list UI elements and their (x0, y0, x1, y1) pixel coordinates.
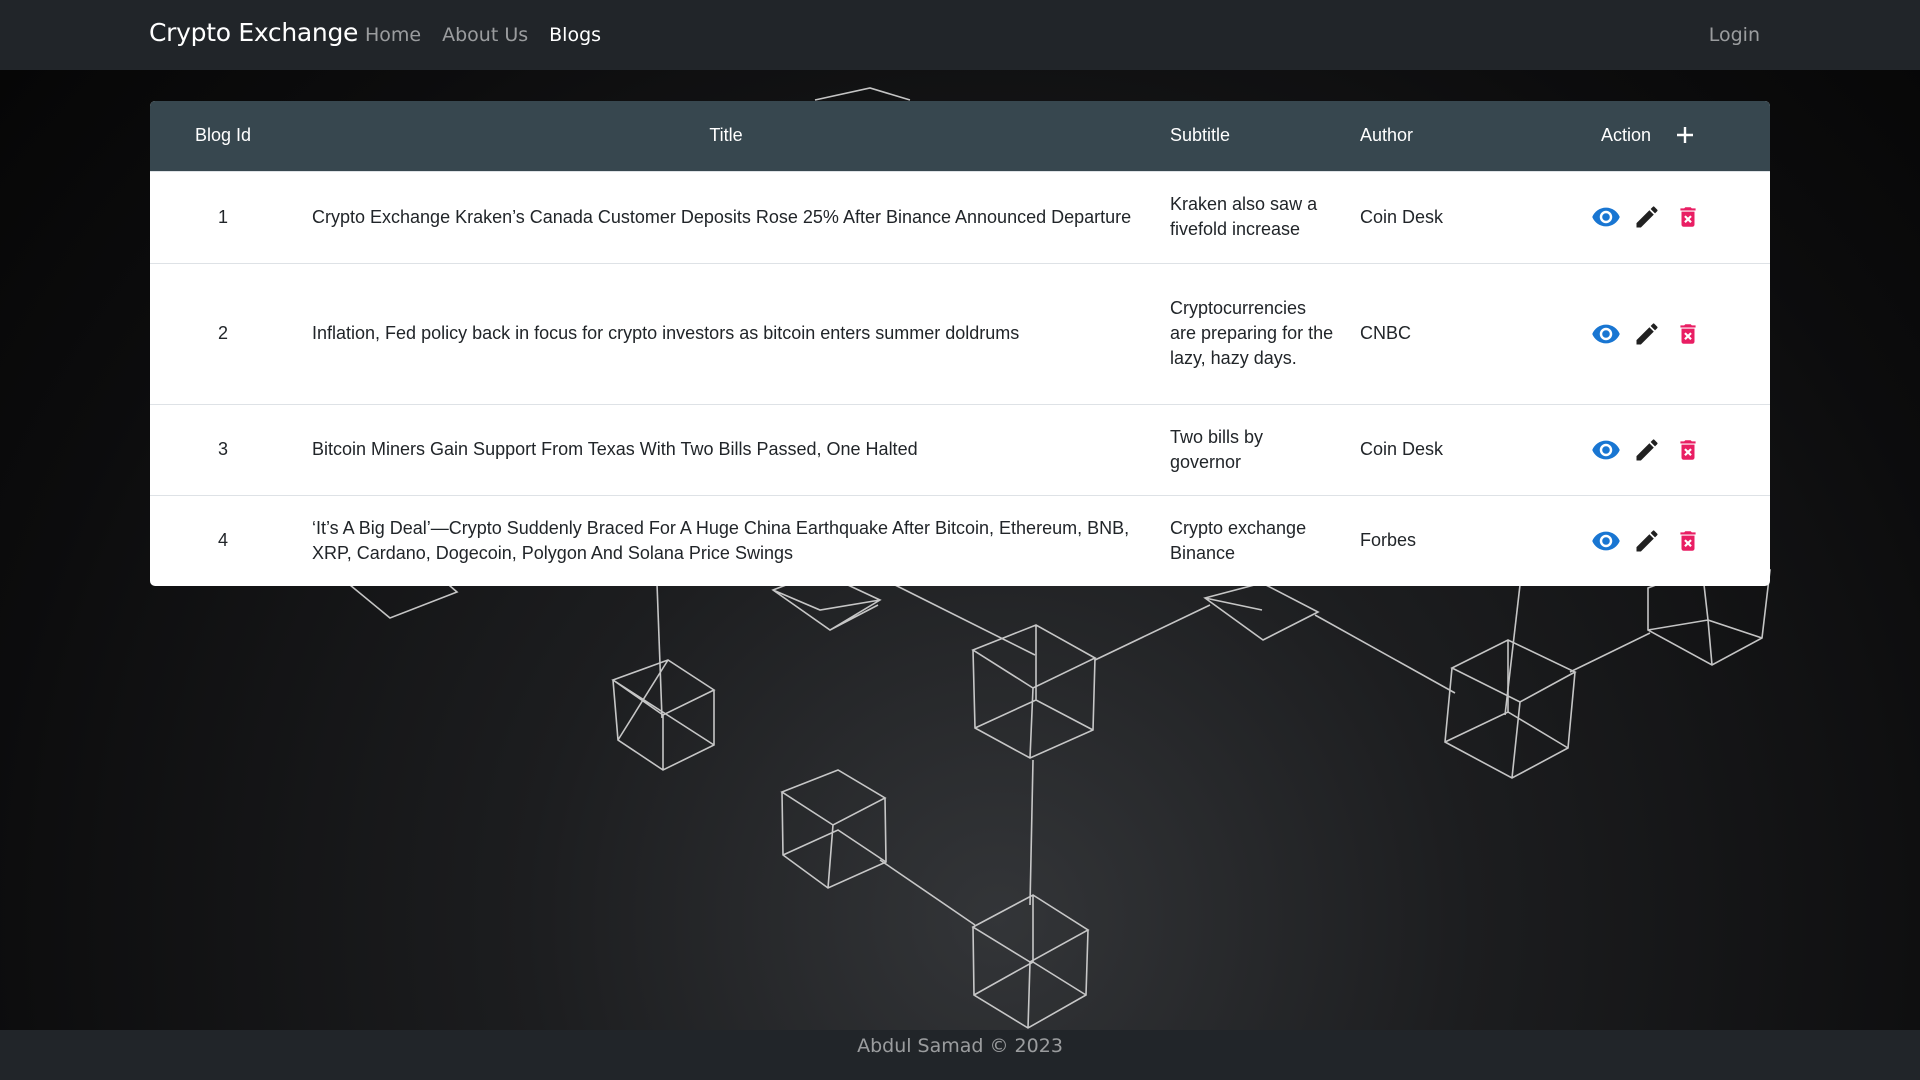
eye-icon (1592, 207, 1620, 227)
cell-blog-id: 3 (150, 403, 296, 495)
eye-icon (1592, 440, 1620, 459)
delete-button[interactable] (1673, 526, 1703, 556)
trash-icon (1680, 207, 1696, 227)
trash-icon (1680, 323, 1696, 344)
cell-subtitle: Crypto exchange Binance (1156, 494, 1346, 586)
edit-button[interactable] (1632, 202, 1662, 232)
eye-icon (1592, 324, 1620, 343)
table-header-row: Blog Id Title Subtitle Author Action (150, 101, 1770, 171)
eye-icon (1592, 531, 1620, 551)
nav-link-blogs[interactable]: Blogs (549, 24, 601, 46)
nav-link-home[interactable]: Home (365, 24, 421, 46)
cell-blog-id: 4 (150, 494, 296, 586)
table-row: 4 ‘It’s A Big Deal’—Crypto Suddenly Brac… (150, 494, 1770, 586)
add-blog-button[interactable] (1668, 118, 1702, 152)
cell-author: Coin Desk (1346, 170, 1551, 263)
nav-links: Home About Us Blogs (365, 24, 601, 46)
cell-actions (1551, 262, 1770, 404)
login-link[interactable]: Login (1709, 24, 1760, 46)
pencil-icon (1636, 438, 1658, 460)
cell-title: Bitcoin Miners Gain Support From Texas W… (296, 403, 1156, 495)
pencil-icon (1636, 206, 1658, 228)
view-button[interactable] (1591, 202, 1621, 232)
view-button[interactable] (1591, 435, 1621, 465)
cell-subtitle: Cryptocurrencies are preparing for the l… (1156, 262, 1346, 404)
view-button[interactable] (1591, 526, 1621, 556)
header-blog-id: Blog Id (194, 125, 252, 146)
header-action-label: Action (1601, 125, 1652, 145)
cell-actions (1551, 170, 1770, 263)
blogs-table: Blog Id Title Subtitle Author Action 1 C… (150, 101, 1770, 586)
cell-title: Crypto Exchange Kraken’s Canada Customer… (296, 170, 1156, 263)
cell-author: CNBC (1346, 262, 1551, 404)
cell-blog-id: 2 (150, 262, 296, 404)
cell-actions (1551, 494, 1770, 586)
cell-blog-id: 1 (150, 170, 296, 263)
nav-link-about-us[interactable]: About Us (442, 24, 528, 46)
blogs-table-container: Blog Id Title Subtitle Author Action 1 C… (150, 101, 1770, 586)
trash-icon (1680, 439, 1696, 460)
cell-subtitle: Two bills by governor (1156, 403, 1346, 495)
cell-actions (1551, 403, 1770, 495)
top-navbar: Crypto Exchange Home About Us Blogs Logi… (0, 0, 1920, 70)
delete-button[interactable] (1673, 202, 1703, 232)
cell-subtitle: Kraken also saw a fivefold increase (1156, 170, 1346, 263)
header-subtitle: Subtitle (1170, 125, 1231, 146)
footer-copyright: Abdul Samad © 2023 (857, 1035, 1063, 1057)
cell-author: Coin Desk (1346, 403, 1551, 495)
header-title: Title (709, 125, 743, 146)
delete-button[interactable] (1673, 319, 1703, 349)
view-button[interactable] (1591, 319, 1621, 349)
brand-logo-text[interactable]: Crypto Exchange (149, 18, 358, 47)
header-author: Author (1360, 125, 1414, 146)
edit-button[interactable] (1632, 319, 1662, 349)
edit-button[interactable] (1632, 526, 1662, 556)
edit-button[interactable] (1632, 435, 1662, 465)
trash-icon (1680, 531, 1696, 551)
table-row: 1 Crypto Exchange Kraken’s Canada Custom… (150, 170, 1770, 263)
table-row: 3 Bitcoin Miners Gain Support From Texas… (150, 403, 1770, 495)
cell-title: Inflation, Fed policy back in focus for … (296, 262, 1156, 404)
delete-button[interactable] (1673, 435, 1703, 465)
pencil-icon (1636, 530, 1658, 552)
cell-title: ‘It’s A Big Deal’—Crypto Suddenly Braced… (296, 494, 1156, 586)
pencil-icon (1636, 322, 1658, 344)
footer: Abdul Samad © 2023 (0, 1030, 1920, 1080)
header-action: Action (1551, 101, 1770, 171)
cell-author: Forbes (1346, 494, 1551, 586)
plus-icon (1677, 127, 1693, 143)
table-row: 2 Inflation, Fed policy back in focus fo… (150, 262, 1770, 404)
